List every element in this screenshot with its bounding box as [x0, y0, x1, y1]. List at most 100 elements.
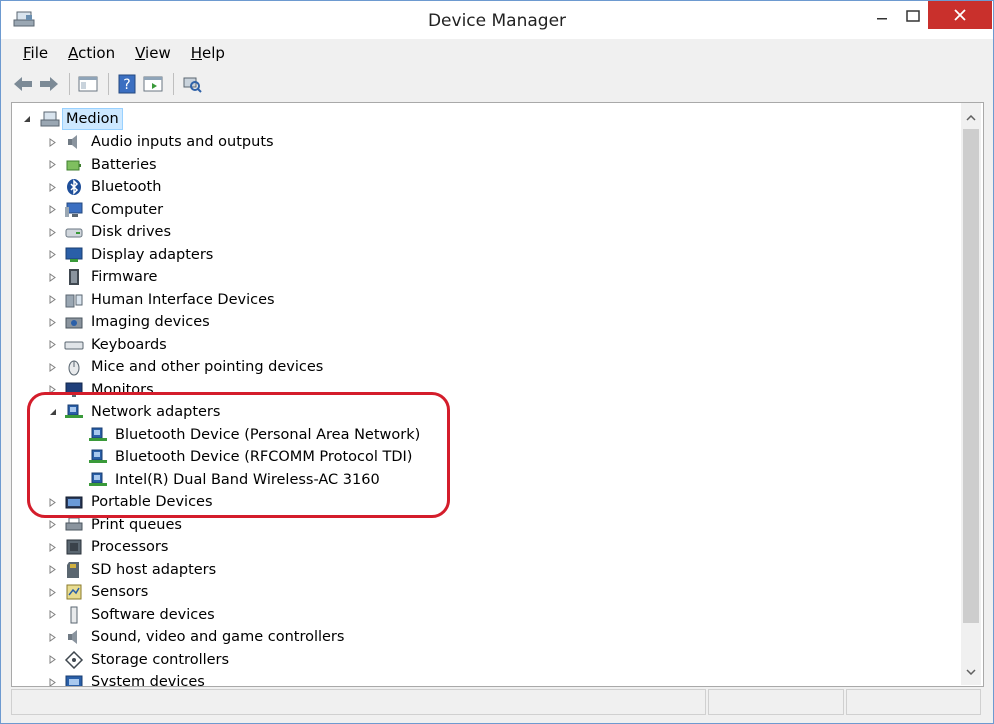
show-hide-console-tree-button[interactable] — [76, 72, 100, 96]
sd-card-icon — [64, 560, 84, 580]
tree-category-label[interactable]: Mice and other pointing devices — [91, 357, 323, 377]
toolbar: ? — [11, 69, 991, 99]
menu-help[interactable]: Help — [179, 41, 233, 65]
scroll-down-button[interactable] — [961, 663, 981, 681]
expand-arrow-icon[interactable] — [48, 565, 58, 575]
tree-category-label[interactable]: Display adapters — [91, 245, 213, 265]
network-adapter-icon — [64, 402, 84, 422]
tree-category-label[interactable]: System devices — [91, 672, 205, 686]
maximize-button[interactable] — [898, 1, 928, 31]
expand-arrow-icon[interactable] — [48, 205, 58, 215]
processor-icon — [64, 537, 84, 557]
tree-category-label[interactable]: Network adapters — [91, 402, 220, 422]
speaker-icon — [64, 132, 84, 152]
properties-button[interactable] — [141, 72, 165, 96]
tree-category-label[interactable]: Storage controllers — [91, 650, 229, 670]
status-segment — [708, 689, 844, 715]
expand-arrow-icon[interactable] — [48, 610, 58, 620]
hid-icon — [64, 290, 84, 310]
toolbar-separator — [108, 73, 109, 95]
expand-arrow-icon[interactable] — [48, 137, 58, 147]
menu-action[interactable]: Action — [56, 41, 123, 65]
device-manager-window: Device Manager File Action View Help ? M… — [0, 0, 994, 724]
system-device-icon — [64, 672, 84, 686]
display-adapter-icon — [64, 245, 84, 265]
expand-arrow-icon[interactable] — [48, 182, 58, 192]
status-segment — [11, 689, 707, 715]
expand-arrow-icon[interactable] — [48, 632, 58, 642]
tree-category-label[interactable]: Portable Devices — [91, 492, 213, 512]
expand-arrow-icon[interactable] — [48, 317, 58, 327]
expand-arrow-icon[interactable] — [48, 655, 58, 665]
tree-device-label[interactable]: Bluetooth Device (RFCOMM Protocol TDI) — [115, 447, 412, 467]
storage-controller-icon — [64, 650, 84, 670]
tree-category-label[interactable]: Processors — [91, 537, 168, 557]
collapse-arrow-icon[interactable] — [48, 407, 58, 417]
tree-category-label[interactable]: Computer — [91, 200, 163, 220]
expand-arrow-icon[interactable] — [48, 520, 58, 530]
tree-category-label[interactable]: Bluetooth — [91, 177, 161, 197]
portable-device-icon — [64, 492, 84, 512]
tree-category-label[interactable]: Keyboards — [91, 335, 167, 355]
close-button[interactable] — [928, 1, 992, 29]
minimize-button[interactable] — [867, 1, 897, 31]
expand-arrow-icon[interactable] — [48, 362, 58, 372]
bluetooth-icon — [64, 177, 84, 197]
tree-category-label[interactable]: Sensors — [91, 582, 148, 602]
computer-icon — [40, 109, 60, 129]
properties-icon — [143, 76, 163, 92]
tree-category-label[interactable]: SD host adapters — [91, 560, 216, 580]
tree-category-label[interactable]: Firmware — [91, 267, 157, 287]
back-button[interactable] — [11, 72, 35, 96]
monitor-icon — [64, 380, 84, 400]
collapse-arrow-icon[interactable] — [22, 114, 32, 124]
tree-category-label[interactable]: Software devices — [91, 605, 215, 625]
tree-category-label[interactable]: Sound, video and game controllers — [91, 627, 344, 647]
battery-icon — [64, 155, 84, 175]
scan-hardware-button[interactable] — [180, 72, 204, 96]
tree-category-label[interactable]: Disk drives — [91, 222, 171, 242]
expand-arrow-icon[interactable] — [48, 587, 58, 597]
expand-arrow-icon[interactable] — [48, 340, 58, 350]
tree-category-label[interactable]: Print queues — [91, 515, 182, 535]
firmware-icon — [64, 267, 84, 287]
tree-category-label[interactable]: Imaging devices — [91, 312, 210, 332]
expand-arrow-icon[interactable] — [48, 160, 58, 170]
tree-device-label[interactable]: Bluetooth Device (Personal Area Network) — [115, 425, 420, 445]
menu-file[interactable]: File — [11, 41, 56, 65]
window-title: Device Manager — [427, 11, 567, 31]
scan-hardware-icon — [183, 77, 202, 93]
tree-category-label[interactable]: Audio inputs and outputs — [91, 132, 274, 152]
disk-drive-icon — [64, 222, 84, 242]
device-tree[interactable]: Medion Audio inputs and outputs Batteries… — [11, 102, 984, 687]
title-bar[interactable]: Device Manager — [1, 1, 993, 39]
chevron-down-icon — [966, 669, 976, 675]
tree-category-label[interactable]: Monitors — [91, 380, 154, 400]
tree-device-label[interactable]: Intel(R) Dual Band Wireless-AC 3160 — [115, 470, 380, 490]
network-adapter-icon — [88, 425, 108, 445]
forward-button[interactable] — [37, 72, 61, 96]
computer-icon — [64, 200, 84, 220]
expand-arrow-icon[interactable] — [48, 227, 58, 237]
tree-category-label[interactable]: Batteries — [91, 155, 157, 175]
tree-category-label[interactable]: Human Interface Devices — [91, 290, 275, 310]
chevron-up-icon — [966, 115, 976, 121]
status-segment — [845, 689, 981, 715]
expand-arrow-icon[interactable] — [48, 677, 58, 686]
help-button[interactable]: ? — [115, 72, 139, 96]
scroll-up-button[interactable] — [961, 109, 981, 127]
expand-arrow-icon[interactable] — [48, 542, 58, 552]
expand-arrow-icon[interactable] — [48, 250, 58, 260]
expand-arrow-icon[interactable] — [48, 295, 58, 305]
expand-arrow-icon[interactable] — [48, 385, 58, 395]
toolbar-separator — [173, 73, 174, 95]
menu-view[interactable]: View — [123, 41, 179, 65]
vertical-scrollbar[interactable] — [961, 103, 981, 685]
scrollbar-thumb[interactable] — [963, 129, 979, 623]
tree-root-label[interactable]: Medion — [62, 108, 123, 130]
expand-arrow-icon[interactable] — [48, 272, 58, 282]
sensor-icon — [64, 582, 84, 602]
status-bar — [11, 689, 983, 715]
expand-arrow-icon[interactable] — [48, 497, 58, 507]
menu-bar: File Action View Help — [11, 41, 233, 65]
